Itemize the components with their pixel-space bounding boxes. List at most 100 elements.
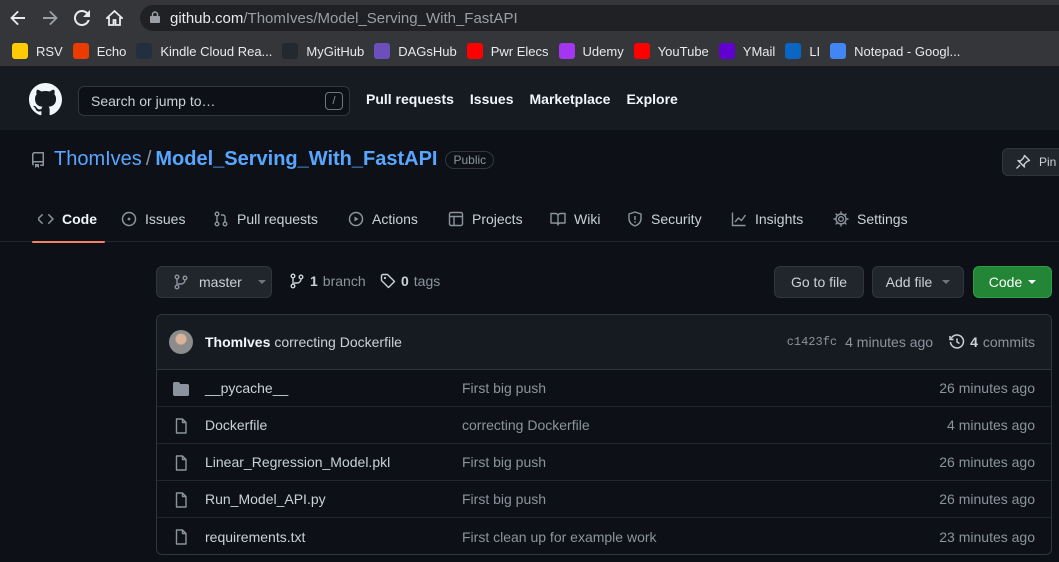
- bookmark-label: YMail: [742, 43, 776, 59]
- tab-security-label: Security: [651, 211, 702, 227]
- file-row: __pycache__ First big push 26 minutes ago: [157, 370, 1051, 407]
- branches-link[interactable]: 1 branch: [289, 273, 366, 289]
- search-placeholder: Search or jump to…: [91, 93, 216, 109]
- tab-settings[interactable]: Settings: [833, 196, 908, 242]
- tab-projects-label: Projects: [472, 211, 523, 227]
- forward-arrow-icon[interactable]: [34, 0, 66, 36]
- pin-label: Pin: [1039, 155, 1057, 169]
- repo-name-link[interactable]: Model_Serving_With_FastAPI: [155, 148, 437, 171]
- bookmark-item[interactable]: MyGitHub: [280, 39, 372, 63]
- file-icon: [173, 418, 189, 437]
- nav-marketplace[interactable]: Marketplace: [530, 91, 611, 107]
- url-path: /ThomIves/Model_Serving_With_FastAPI: [243, 9, 518, 27]
- go-to-file-button[interactable]: Go to file: [774, 266, 864, 298]
- back-arrow-icon[interactable]: [2, 0, 34, 36]
- branch-count: 1: [310, 273, 318, 289]
- commit-author[interactable]: ThomIves: [205, 334, 270, 350]
- docs-icon: [830, 43, 847, 59]
- bookmark-label: Pwr Elecs: [490, 43, 549, 59]
- search-input[interactable]: Search or jump to… /: [78, 86, 350, 116]
- bookmark-label: YouTube: [657, 43, 709, 59]
- bookmark-item[interactable]: Kindle Cloud Rea...: [134, 39, 280, 63]
- file-name-link[interactable]: requirements.txt: [205, 529, 305, 545]
- tab-code-label: Code: [62, 211, 97, 227]
- bookmark-item[interactable]: Echo: [71, 39, 135, 63]
- commit-label: commits: [982, 334, 1035, 350]
- commit-message[interactable]: correcting Dockerfile: [274, 334, 402, 350]
- file-commit-message[interactable]: correcting Dockerfile: [462, 417, 590, 433]
- bookmark-label: MyGitHub: [306, 43, 365, 59]
- bookmark-item[interactable]: Notepad - Googl...: [828, 39, 968, 63]
- bookmark-item[interactable]: YMail: [717, 39, 784, 63]
- home-icon[interactable]: [98, 0, 130, 36]
- commit-sha[interactable]: c1423fc: [787, 335, 837, 349]
- pin-button[interactable]: Pin: [1002, 148, 1059, 176]
- tag-count: 0: [401, 273, 409, 289]
- lock-icon: [150, 10, 160, 26]
- file-commit-message[interactable]: First clean up for example work: [462, 529, 657, 545]
- bookmark-item[interactable]: YouTube: [632, 39, 717, 63]
- file-name-link[interactable]: Dockerfile: [205, 417, 267, 433]
- bookmark-item[interactable]: LI: [783, 39, 828, 63]
- github-logo-icon[interactable]: [29, 83, 62, 116]
- tab-code[interactable]: Code: [32, 196, 105, 243]
- tab-security[interactable]: Security: [627, 196, 702, 242]
- repo-icon: [31, 151, 44, 168]
- bookmark-label: DAGsHub: [398, 43, 457, 59]
- tab-insights[interactable]: Insights: [731, 196, 803, 242]
- tab-pull-requests[interactable]: Pull requests: [213, 196, 318, 242]
- address-bar[interactable]: github.com/ThomIves/Model_Serving_With_F…: [140, 5, 1059, 31]
- repo-title: ThomIves / Model_Serving_With_FastAPI Pu…: [30, 148, 495, 171]
- file-row: Dockerfile correcting Dockerfile 4 minutes…: [157, 407, 1051, 444]
- bookmark-item[interactable]: Pwr Elecs: [465, 39, 557, 63]
- file-name-link[interactable]: __pycache__: [205, 380, 288, 396]
- repo-tabs: Code Issues Pull requests Actions Projec…: [0, 196, 1059, 243]
- issue-icon: [121, 211, 137, 227]
- search-shortcut-key: /: [325, 92, 343, 110]
- nav-pull-requests[interactable]: Pull requests: [366, 91, 454, 107]
- file-commit-message[interactable]: First big push: [462, 380, 546, 396]
- file-commit-message[interactable]: First big push: [462, 491, 546, 507]
- branch-label: branch: [322, 273, 366, 289]
- tab-projects[interactable]: Projects: [448, 196, 523, 242]
- bookmark-item[interactable]: DAGsHub: [372, 39, 465, 63]
- tag-label: tags: [413, 273, 441, 289]
- code-dropdown-button[interactable]: Code: [973, 266, 1052, 298]
- tab-issues[interactable]: Issues: [121, 196, 185, 242]
- bookmark-item[interactable]: RSV: [10, 39, 71, 63]
- nav-explore[interactable]: Explore: [626, 91, 677, 107]
- yahoo-icon: [718, 43, 735, 59]
- file-commit-age: 26 minutes ago: [939, 491, 1035, 507]
- visibility-badge: Public: [445, 150, 495, 169]
- bookmark-label: LI: [809, 43, 821, 59]
- add-file-button[interactable]: Add file: [872, 266, 964, 298]
- office-icon: [72, 43, 89, 59]
- file-name-link[interactable]: Linear_Regression_Model.pkl: [205, 454, 390, 470]
- chevron-down-icon: [1028, 280, 1037, 284]
- kindle-icon: [136, 43, 153, 59]
- commit-meta: c1423fc 4 minutes ago 4 commits: [787, 334, 1035, 350]
- book-icon: [550, 212, 566, 226]
- file-commit-message[interactable]: First big push: [462, 454, 546, 470]
- tab-wiki-label: Wiki: [574, 211, 601, 227]
- commits-link[interactable]: 4 commits: [949, 334, 1035, 350]
- bookmark-label: RSV: [36, 43, 63, 59]
- file-name-link[interactable]: Run_Model_API.py: [205, 491, 326, 507]
- avatar[interactable]: [169, 330, 193, 354]
- file-row: Linear_Regression_Model.pkl First big pus…: [157, 444, 1051, 481]
- file-commit-age: 26 minutes ago: [939, 380, 1035, 396]
- branch-select-button[interactable]: master: [156, 266, 272, 298]
- tags-link[interactable]: 0 tags: [380, 273, 440, 289]
- table-icon: [448, 211, 464, 227]
- tab-actions[interactable]: Actions: [348, 196, 418, 242]
- github-header: Search or jump to… / Pull requests Issue…: [0, 66, 1059, 130]
- pull-request-icon: [214, 211, 228, 227]
- tab-wiki[interactable]: Wiki: [550, 196, 600, 242]
- reload-icon[interactable]: [66, 0, 98, 36]
- folder-icon: [173, 381, 189, 400]
- bookmark-item[interactable]: Udemy: [557, 39, 632, 63]
- repo-owner-link[interactable]: ThomIves: [54, 148, 142, 171]
- nav-issues[interactable]: Issues: [470, 91, 514, 107]
- file-icon: [173, 455, 189, 474]
- file-list: ThomIves correcting Dockerfile c1423fc 4…: [156, 314, 1052, 555]
